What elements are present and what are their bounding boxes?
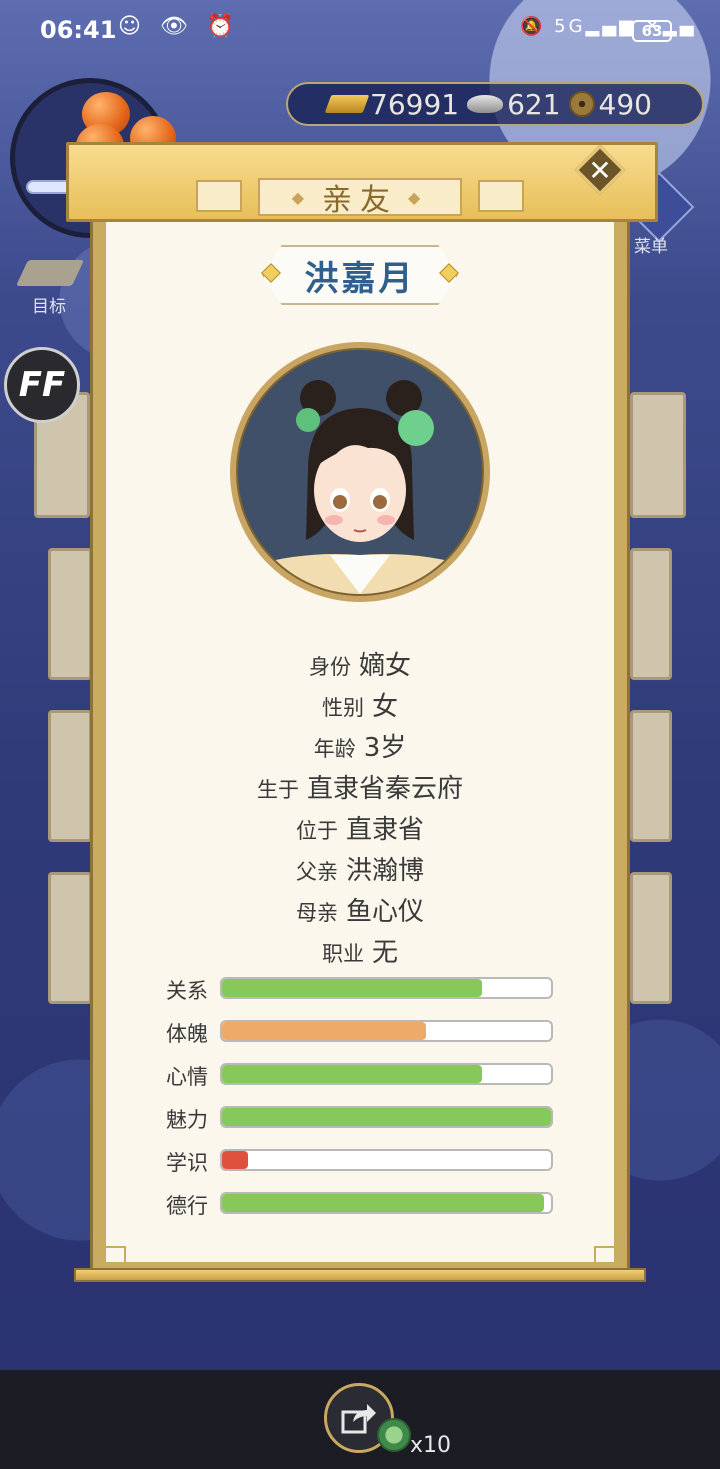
copper-amount: 490 (598, 87, 652, 121)
stat-bar (220, 1063, 553, 1085)
share-icon (341, 1404, 376, 1434)
battery-icon: 63 (632, 20, 672, 42)
info-value: 直隶省秦云府 (306, 774, 463, 804)
stat-bar (220, 1106, 553, 1128)
stat-bar (220, 1192, 553, 1214)
info-row: 身份 嫡女 (104, 645, 616, 682)
stat-bar (220, 977, 553, 999)
goal-button[interactable]: 目标 (14, 254, 85, 317)
corner-ornament (104, 1246, 126, 1268)
gold-ingot-icon (324, 95, 370, 113)
fast-forward-button[interactable]: FF (4, 347, 80, 423)
background-card (630, 548, 672, 680)
stat-bar-fill (222, 1194, 545, 1212)
stat-bar (220, 1020, 553, 1042)
system-status-bar: 06:41 ☺ 👁 ⏰ 🔕 5G▂▄▆ ✕▂▄ 63 (0, 0, 720, 64)
silver-amount: 621 (507, 87, 561, 121)
silver-currency: 621 (467, 87, 561, 121)
info-label: 身份 (308, 655, 351, 679)
stat-label: 体魄 (166, 1022, 208, 1046)
gold-currency: 76991 (324, 87, 460, 121)
share-count: x10 (410, 1433, 452, 1458)
portrait-image (236, 348, 484, 596)
stat-bar (220, 1149, 553, 1171)
copper-currency: 490 (568, 87, 652, 121)
info-label: 母亲 (295, 901, 338, 925)
stat-bar-fill (222, 979, 482, 997)
character-portrait (230, 342, 490, 602)
stat-bar-fill (222, 1065, 482, 1083)
info-row: 母亲 鱼心仪 (104, 891, 616, 928)
dialog-title: 亲友 (322, 183, 398, 218)
info-label: 父亲 (295, 860, 338, 884)
stat-label: 学识 (166, 1151, 208, 1175)
stat-label: 德行 (166, 1194, 208, 1218)
character-name: 洪嘉月 (262, 245, 458, 305)
info-label: 生于 (256, 778, 299, 802)
currency-bar: 76991 621 490 (286, 82, 704, 126)
background-card (48, 710, 92, 842)
info-label: 位于 (295, 819, 338, 843)
info-label: 性别 (321, 696, 364, 720)
background-card (630, 392, 686, 518)
stat-label: 关系 (166, 979, 208, 1003)
header-ornament-right (478, 180, 524, 212)
stat-label: 心情 (166, 1065, 208, 1089)
dialog-bottom-rail (74, 1268, 646, 1282)
info-label: 职业 (321, 942, 364, 966)
info-value: 无 (371, 938, 398, 968)
background-card (48, 872, 92, 1004)
corner-ornament (594, 1246, 616, 1268)
dialog-title-plaque: ◆ 亲友 ◆ (258, 178, 462, 218)
jade-coin-icon (377, 1418, 411, 1452)
status-time: 06:41 (40, 16, 117, 44)
gold-amount: 76991 (370, 87, 460, 121)
notification-icons: ☺ 👁 ⏰ (118, 14, 241, 39)
stat-bar-fill (222, 1151, 249, 1169)
girl-portrait-illustration (238, 380, 482, 594)
info-row: 生于 直隶省秦云府 (104, 768, 616, 805)
info-row: 年龄 3岁 (104, 727, 616, 764)
stat-bar-fill (222, 1022, 426, 1040)
info-value: 鱼心仪 (345, 897, 424, 927)
background-card (630, 710, 672, 842)
stat-bar-fill (222, 1108, 551, 1126)
stat-label: 魅力 (166, 1108, 208, 1132)
network-type: 5G (554, 16, 586, 37)
background-card (630, 872, 672, 1004)
info-value: 洪瀚博 (345, 856, 424, 886)
info-row: 父亲 洪瀚博 (104, 850, 616, 887)
close-icon[interactable]: ✕ (582, 152, 618, 188)
goal-label: 目标 (32, 297, 66, 317)
info-value: 嫡女 (358, 651, 411, 681)
plaque-dot-icon: ◆ (291, 187, 312, 207)
silver-ingot-icon (467, 95, 504, 113)
info-value: 女 (371, 692, 398, 722)
info-row: 职业无 (104, 932, 616, 969)
plaque-dot-icon: ◆ (408, 187, 429, 207)
info-value: 3岁 (363, 733, 407, 763)
copper-coin-icon (568, 91, 595, 117)
info-value: 直隶省 (345, 815, 424, 845)
info-row: 性别女 (104, 686, 616, 723)
info-label: 年龄 (313, 737, 356, 761)
menu-label: 菜单 (634, 237, 668, 257)
background-card (48, 548, 92, 680)
scroll-icon (15, 260, 85, 286)
info-row: 位于 直隶省 (104, 809, 616, 846)
header-ornament-left (196, 180, 242, 212)
